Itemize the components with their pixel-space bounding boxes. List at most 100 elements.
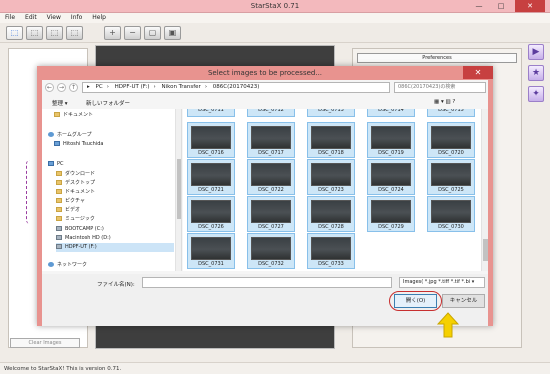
file-thumbnail[interactable]: DSC_0731 [187, 233, 235, 269]
image-preview [431, 163, 471, 186]
file-name-label: DSC_0718 [318, 150, 344, 156]
zoom-out-icon[interactable]: − [124, 26, 141, 40]
open-darks-icon[interactable]: ⬚ [26, 26, 43, 40]
zoom-fit-icon[interactable]: ▢ [144, 26, 161, 40]
file-thumbnail[interactable]: DSC_0718 [307, 122, 355, 158]
file-thumbnail[interactable]: DSC_0715 [427, 109, 475, 117]
file-thumbnail[interactable]: DSC_0717 [247, 122, 295, 158]
menu-file[interactable]: File [0, 13, 20, 22]
image-preview [431, 200, 471, 223]
tree-item-drive-c[interactable]: BOOTCAMP (C:) [56, 225, 104, 234]
view-options-icon[interactable]: ▦ ▾ ▥ ? [434, 99, 455, 105]
stack-start-icon[interactable]: ▶ [528, 44, 544, 60]
tree-item-documents[interactable]: ドキュメント [56, 188, 95, 197]
file-thumbnail[interactable]: DSC_0723 [307, 159, 355, 195]
maximize-button[interactable]: □ [492, 0, 510, 12]
file-name-label: DSC_0727 [258, 224, 284, 230]
file-thumbnail[interactable]: DSC_0727 [247, 196, 295, 232]
tree-item-network[interactable]: ネットワーク [48, 261, 87, 270]
preferences-button[interactable]: Preferences [357, 53, 517, 63]
image-preview [371, 163, 411, 186]
drive-icon [56, 235, 62, 240]
tree-item-documents-quick[interactable]: ドキュメント [54, 111, 93, 120]
save-as-icon[interactable]: ⬚ [66, 26, 83, 40]
file-thumbnail[interactable]: DSC_0724 [367, 159, 415, 195]
breadcrumb-pc[interactable]: PC [96, 84, 103, 90]
file-thumbnail[interactable]: DSC_0730 [427, 196, 475, 232]
menu-edit[interactable]: Edit [20, 13, 42, 22]
file-name-label: DSC_0730 [438, 224, 464, 230]
tree-item-drive-f[interactable]: HDPF-UT (F:) [56, 243, 174, 252]
file-thumbnail[interactable]: DSC_0719 [367, 122, 415, 158]
file-thumbnail[interactable]: DSC_0722 [247, 159, 295, 195]
file-name-label: DSC_0717 [258, 150, 284, 156]
file-scrollbar[interactable] [481, 109, 488, 271]
file-name-label: DSC_0714 [378, 109, 404, 113]
breadcrumb-drive[interactable]: HDPF-UT (F:) [115, 84, 150, 90]
tree-item-videos[interactable]: ビデオ [56, 206, 80, 215]
clear-images-button[interactable]: Clear Images [10, 338, 80, 348]
file-thumbnail[interactable]: DSC_0714 [367, 109, 415, 117]
file-thumbnail[interactable]: DSC_0726 [187, 196, 235, 232]
save-icon[interactable]: ⬚ [46, 26, 63, 40]
dialog-footer: ファイル名(N): Images( *.jpg *.tiff *.tif *.b… [42, 274, 488, 326]
minimize-button[interactable]: — [470, 0, 488, 12]
tree-item-desktop[interactable]: デスクトップ [56, 179, 95, 188]
filename-input[interactable] [142, 277, 392, 288]
menu-view[interactable]: View [42, 13, 66, 22]
tree-item-user[interactable]: Hitoshi Tsuchida [54, 140, 103, 149]
image-preview [251, 163, 291, 186]
organize-button[interactable]: 整理 ▾ [52, 99, 68, 107]
tree-item-homegroup[interactable]: ホームグループ [48, 131, 92, 140]
file-thumbnail[interactable]: DSC_0716 [187, 122, 235, 158]
tree-item-music[interactable]: ミュージック [56, 215, 95, 224]
zoom-in-icon[interactable]: + [104, 26, 121, 40]
gap-filling-icon[interactable]: ✦ [528, 86, 544, 102]
address-bar[interactable]: ▸ PC › HDPF-UT (F:) › Nikon Transfer › 086C… [82, 82, 390, 93]
file-thumbnail[interactable]: DSC_0721 [187, 159, 235, 195]
file-name-label: DSC_0728 [318, 224, 344, 230]
tree-item-pictures[interactable]: ピクチャ [56, 197, 85, 206]
file-name-label: DSC_0725 [438, 187, 464, 193]
file-grid: DSC_0711 DSC_0712 DSC_0713 DSC_0714 DSC_0715… [183, 109, 488, 271]
file-scroll-thumb[interactable] [483, 239, 488, 261]
tree-item-drive-d[interactable]: Macintosh HD (D:) [56, 234, 111, 243]
file-thumbnail[interactable]: DSC_0729 [367, 196, 415, 232]
file-name-label: DSC_0716 [198, 150, 224, 156]
forward-arrow-icon[interactable]: → [57, 83, 66, 92]
file-thumbnail[interactable]: DSC_0725 [427, 159, 475, 195]
close-button[interactable]: ✕ [515, 0, 545, 12]
file-thumbnail[interactable]: DSC_0733 [307, 233, 355, 269]
file-thumbnail[interactable]: DSC_0720 [427, 122, 475, 158]
open-images-icon[interactable]: ⬚ [6, 26, 23, 40]
breadcrumb-current-folder[interactable]: 086C(20170423) [213, 84, 260, 90]
file-thumbnail[interactable]: DSC_0732 [247, 233, 295, 269]
file-name-label: DSC_0713 [318, 109, 344, 113]
menu-help[interactable]: Help [87, 13, 111, 22]
file-thumbnail[interactable]: DSC_0712 [247, 109, 295, 117]
tree-item-pc[interactable]: PC [48, 160, 64, 169]
dialog-close-button[interactable]: ✕ [463, 66, 493, 79]
file-thumbnail[interactable]: DSC_0728 [307, 196, 355, 232]
file-thumbnail[interactable]: DSC_0713 [307, 109, 355, 117]
file-thumbnail[interactable]: DSC_0711 [187, 109, 235, 117]
nav-scrollbar[interactable] [175, 109, 181, 271]
breadcrumb-nikon-transfer[interactable]: Nikon Transfer [161, 84, 200, 90]
back-arrow-icon[interactable]: ← [45, 83, 54, 92]
zoom-actual-icon[interactable]: ▣ [164, 26, 181, 40]
open-button[interactable]: 開く(O) [394, 294, 437, 308]
nav-scroll-thumb[interactable] [177, 159, 181, 219]
new-folder-button[interactable]: 新しいフォルダー [86, 99, 130, 107]
search-input[interactable]: 086C(20170423)の検索 [394, 82, 486, 93]
tree-item-downloads[interactable]: ダウンロード [56, 170, 95, 179]
stack-mode-icon[interactable]: ★ [528, 65, 544, 81]
filetype-select[interactable]: Images( *.jpg *.tiff *.tif *.bi ▾ [399, 277, 485, 288]
folder-icon [54, 112, 60, 117]
file-name-label: DSC_0712 [258, 109, 284, 113]
image-preview [371, 200, 411, 223]
up-arrow-icon[interactable]: ↑ [69, 83, 78, 92]
menu-info[interactable]: Info [66, 13, 87, 22]
file-name-label: DSC_0726 [198, 224, 224, 230]
cancel-button[interactable]: キャンセル [442, 294, 485, 308]
file-open-dialog: Select images to be processed... ✕ ← → ↑… [37, 66, 493, 326]
